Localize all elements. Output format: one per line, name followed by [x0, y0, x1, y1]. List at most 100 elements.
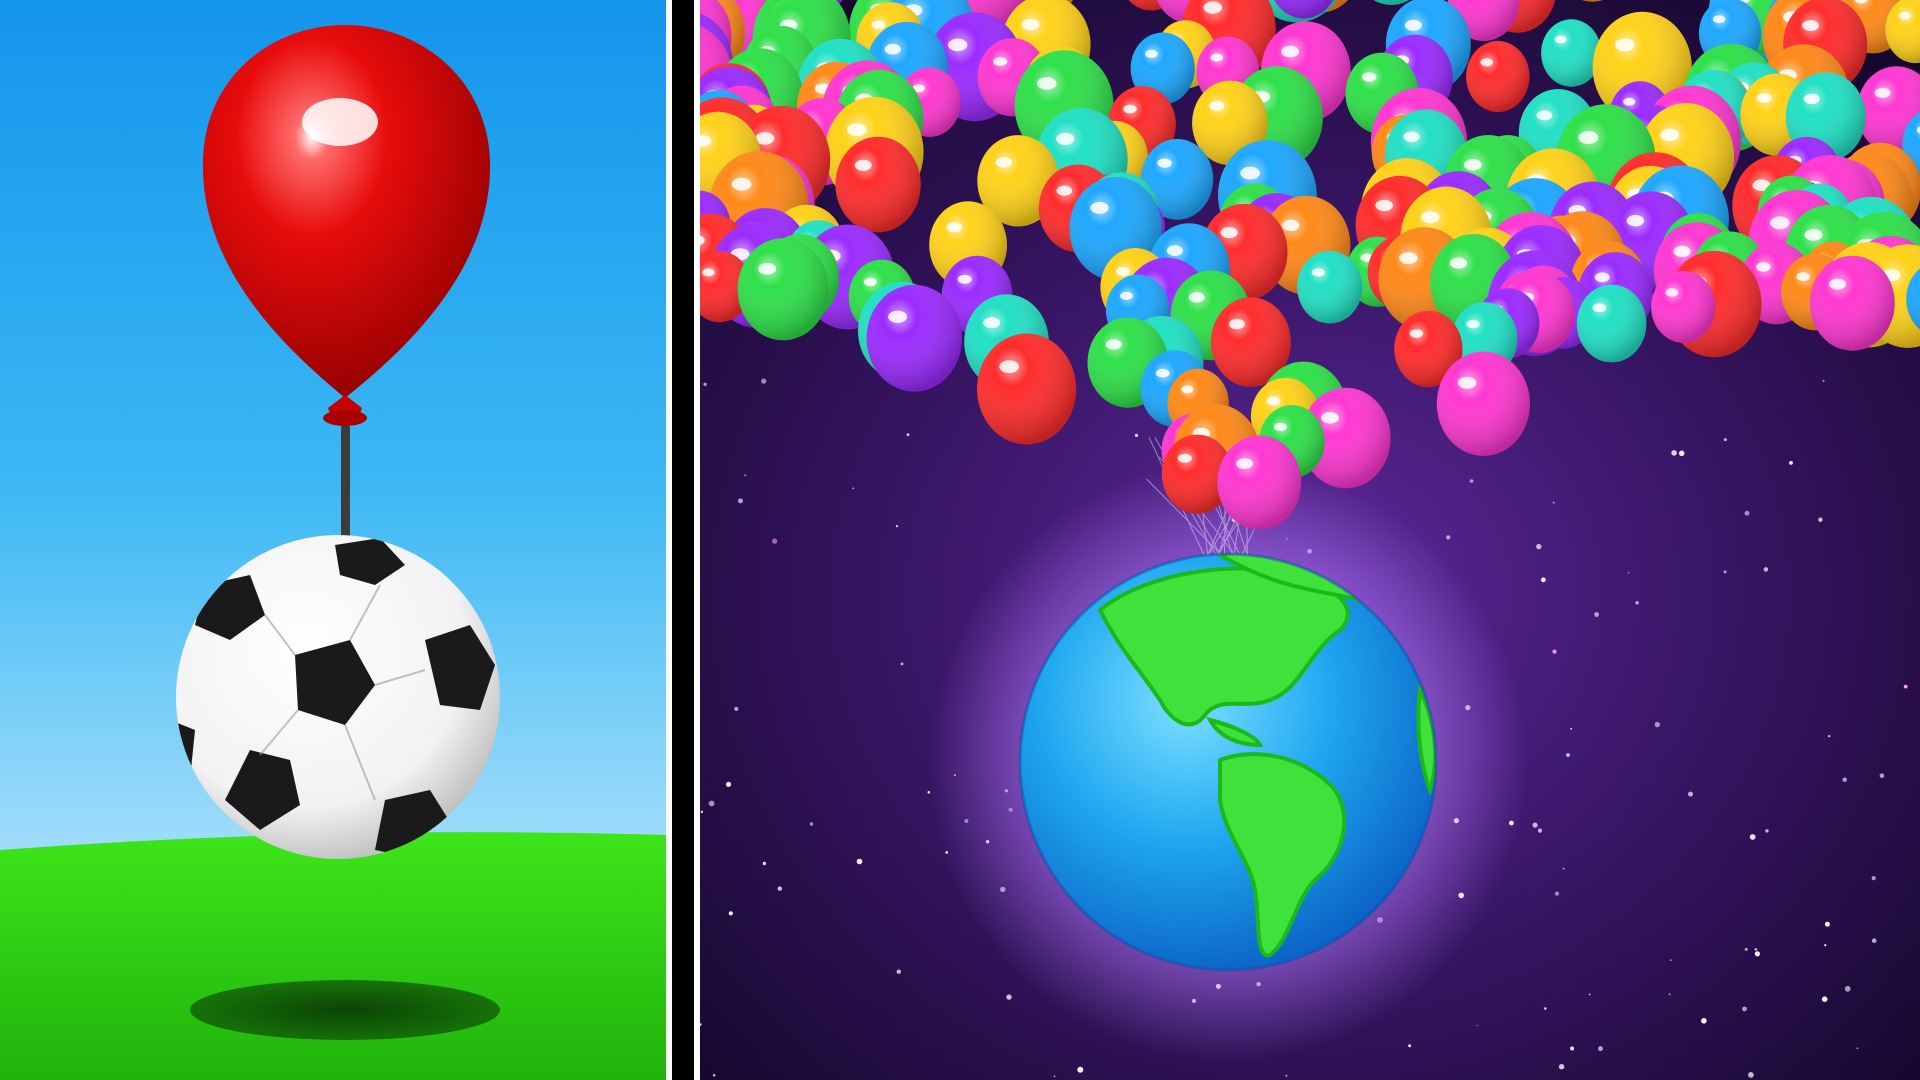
star	[1821, 996, 1828, 1002]
star	[1856, 1047, 1859, 1050]
star	[1744, 510, 1750, 516]
star	[1537, 828, 1543, 833]
star	[761, 378, 767, 384]
star	[1077, 1066, 1084, 1073]
star	[1903, 684, 1908, 689]
star	[1824, 921, 1830, 927]
star	[1588, 993, 1591, 996]
balloon	[737, 238, 829, 341]
star	[1669, 959, 1672, 962]
star	[1544, 1007, 1547, 1010]
star	[1822, 379, 1825, 382]
star	[1654, 721, 1660, 728]
star	[725, 781, 732, 787]
grass-ground	[0, 832, 666, 1080]
balloon	[1809, 255, 1895, 351]
star	[1627, 572, 1630, 574]
soccer-balloon-scene	[0, 0, 666, 1080]
star	[734, 706, 739, 711]
star	[744, 474, 747, 477]
star	[1749, 834, 1756, 840]
balloon	[1576, 284, 1647, 363]
balloon	[977, 333, 1077, 445]
star	[1446, 535, 1451, 540]
balloon	[835, 136, 921, 233]
star	[700, 810, 704, 814]
star	[1558, 1064, 1565, 1070]
balloon	[1217, 435, 1302, 530]
star	[1879, 773, 1885, 778]
star	[777, 886, 782, 891]
star	[1594, 612, 1599, 617]
star	[1754, 951, 1760, 957]
star	[1566, 753, 1570, 757]
star	[906, 433, 910, 437]
star	[1554, 891, 1560, 896]
balloon	[1466, 41, 1530, 112]
star	[1469, 479, 1474, 483]
star	[1598, 1046, 1603, 1052]
earth-balloons-scene	[700, 0, 1920, 1080]
right-panel	[700, 0, 1920, 1080]
balloon	[866, 284, 962, 392]
star	[1408, 1044, 1412, 1048]
star	[856, 858, 863, 865]
star	[1754, 948, 1758, 951]
star	[1552, 649, 1557, 654]
star	[738, 498, 743, 504]
ball-shadow	[190, 980, 500, 1040]
star	[1701, 1018, 1707, 1024]
star	[1532, 822, 1538, 828]
star	[1671, 450, 1677, 456]
balloon	[1436, 351, 1530, 456]
star	[762, 861, 767, 866]
balloon	[1541, 19, 1602, 87]
star	[1562, 867, 1565, 870]
star	[1828, 735, 1831, 738]
star	[1536, 543, 1542, 550]
star	[1723, 438, 1727, 442]
star	[1871, 876, 1876, 881]
star	[1552, 501, 1555, 504]
balloon	[1651, 271, 1716, 343]
balloon-highlight	[302, 98, 378, 146]
star	[1688, 791, 1693, 797]
earth-globe	[1018, 552, 1438, 972]
star	[1570, 1046, 1575, 1051]
star	[896, 969, 901, 974]
star	[1053, 1075, 1056, 1078]
divider	[666, 0, 700, 1080]
star	[1844, 985, 1851, 992]
balloon	[1297, 250, 1363, 324]
star	[1635, 601, 1639, 605]
star	[1748, 1072, 1754, 1078]
star	[1871, 938, 1877, 943]
star	[708, 800, 715, 807]
star	[1570, 727, 1573, 730]
star	[1789, 461, 1793, 465]
star	[1723, 570, 1727, 574]
star	[1763, 567, 1769, 572]
star	[1476, 1024, 1478, 1027]
star	[1842, 777, 1847, 782]
star	[1744, 947, 1748, 951]
star	[1541, 577, 1546, 583]
star	[809, 822, 814, 826]
star	[852, 487, 855, 490]
star	[900, 662, 904, 666]
star	[712, 1074, 716, 1077]
star	[1678, 450, 1685, 457]
star	[1006, 994, 1012, 1000]
left-panel	[0, 0, 666, 1080]
star	[1824, 944, 1827, 947]
star	[1742, 1006, 1747, 1012]
star	[1818, 517, 1823, 522]
star	[1765, 829, 1769, 833]
star	[1668, 993, 1671, 996]
star	[772, 538, 778, 544]
star	[1285, 1074, 1288, 1077]
star	[895, 525, 899, 528]
star	[703, 382, 707, 386]
star	[1134, 433, 1139, 437]
balloon-string	[341, 425, 350, 540]
